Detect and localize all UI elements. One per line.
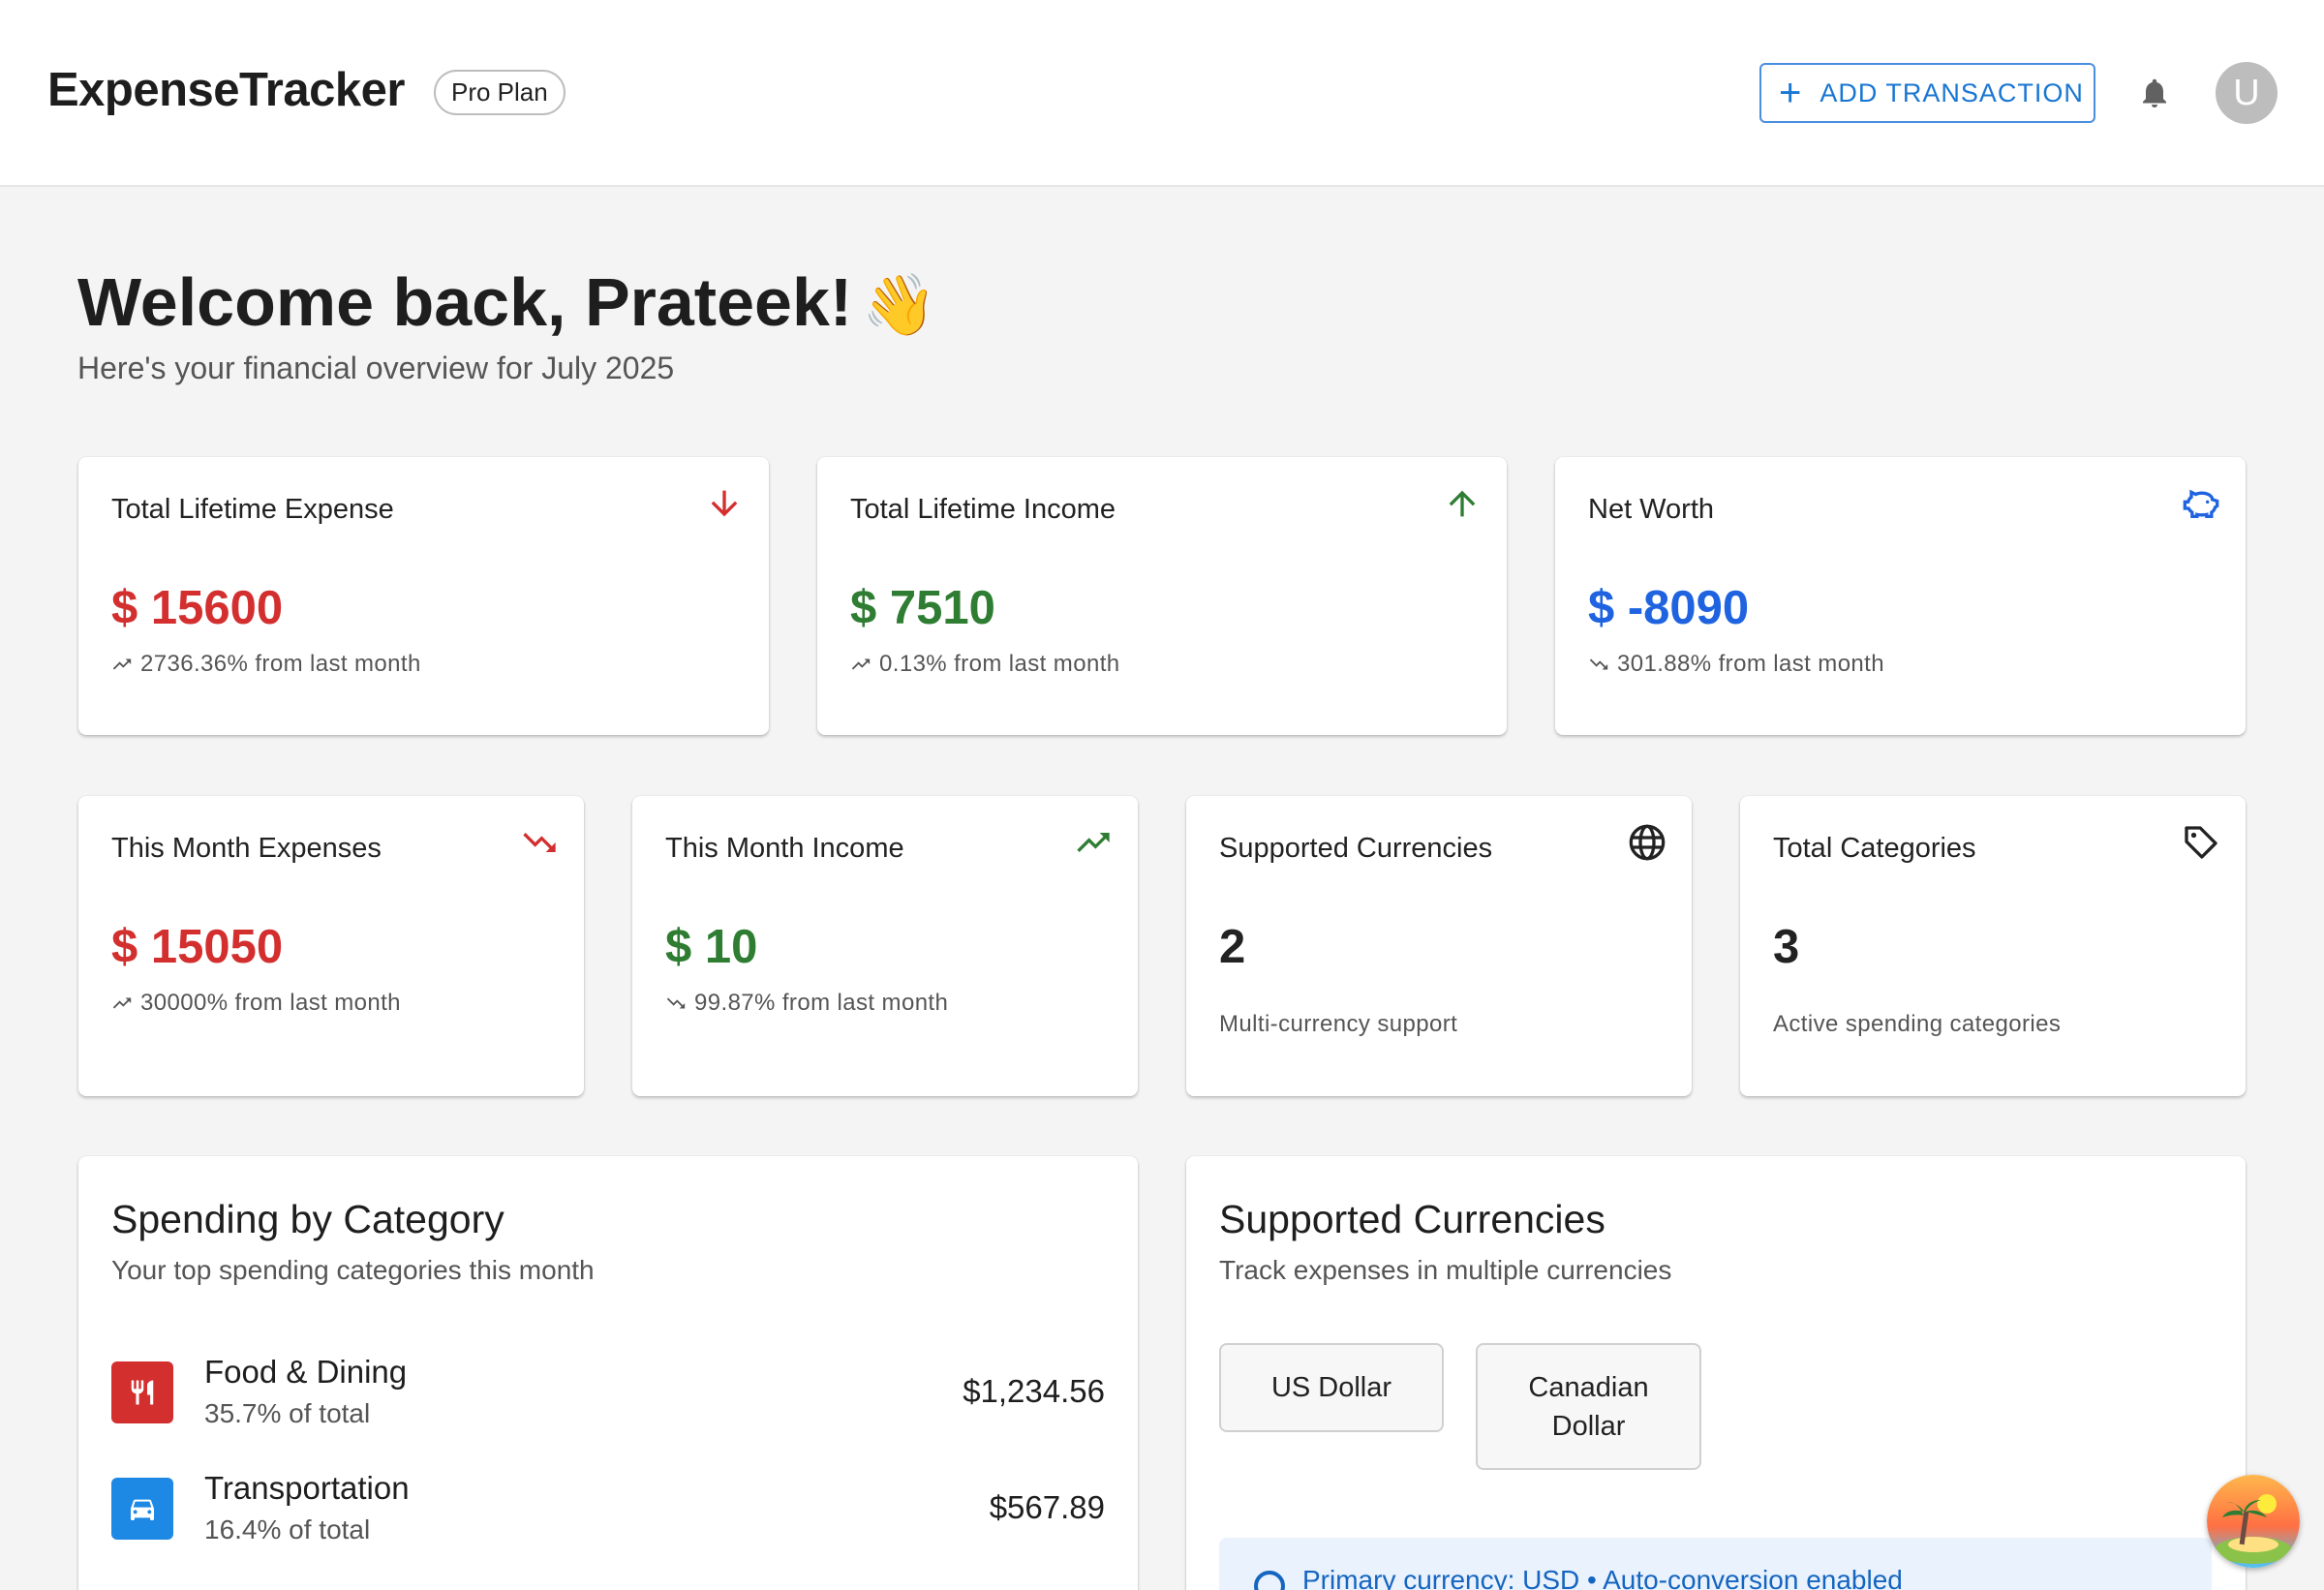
user-avatar[interactable]: U xyxy=(2216,62,2278,124)
card-delta-text: 30000% from last month xyxy=(140,990,401,1016)
primary-currency-info: Primary currency: USD • Auto-conversion … xyxy=(1219,1538,2212,1590)
card-delta-text: 2736.36% from last month xyxy=(140,651,421,677)
car-icon xyxy=(111,1478,173,1540)
category-amount: $567.89 xyxy=(989,1489,1105,1525)
plus-icon: + xyxy=(1779,72,1803,114)
category-row-transportation[interactable]: Transportation 16.4% of total $567.89 xyxy=(111,1470,1105,1557)
trending-up-icon xyxy=(851,658,871,670)
category-name: Transportation xyxy=(204,1470,410,1506)
card-note: Active spending categories xyxy=(1773,1011,2062,1037)
panel-subtitle: Your top spending categories this month xyxy=(111,1255,595,1285)
card-delta: 0.13% from last month xyxy=(850,651,1120,678)
add-transaction-label: ADD TRANSACTION xyxy=(1819,77,2084,107)
panel-subtitle: Track expenses in multiple currencies xyxy=(1219,1255,1672,1285)
card-label: Total Lifetime Income xyxy=(850,494,1116,525)
currency-chip-cad[interactable]: Canadian Dollar xyxy=(1476,1343,1701,1470)
card-value: $ 7510 xyxy=(850,582,995,634)
net-worth-card: Net Worth $ -8090 301.88% from last mont… xyxy=(1555,457,2246,735)
card-value: $ 15050 xyxy=(111,921,284,973)
card-label: Supported Currencies xyxy=(1219,833,1493,864)
card-value: $ 15600 xyxy=(111,582,284,634)
lifetime-income-card: Total Lifetime Income $ 7510 0.13% from … xyxy=(817,457,1507,735)
welcome-title: Welcome back, Prateek! xyxy=(77,264,853,340)
card-note: Multi-currency support xyxy=(1219,1011,1458,1037)
trending-up-icon xyxy=(1077,833,1110,852)
info-text: Primary currency: USD • Auto-conversion … xyxy=(1302,1565,1903,1590)
tag-icon xyxy=(2185,826,2217,859)
card-label: This Month Income xyxy=(665,833,904,864)
category-row-food[interactable]: Food & Dining 35.7% of total $1,234.56 xyxy=(111,1354,1105,1441)
info-icon xyxy=(1254,1571,1285,1590)
card-label: Total Lifetime Expense xyxy=(111,494,394,525)
card-delta-text: 0.13% from last month xyxy=(879,651,1120,677)
page-subtitle: Here's your financial overview for July … xyxy=(77,351,675,385)
card-delta-text: 99.87% from last month xyxy=(694,990,949,1016)
add-transaction-button[interactable]: + ADD TRANSACTION xyxy=(1759,63,2095,123)
total-categories-card: Total Categories 3 Active spending categ… xyxy=(1740,796,2246,1096)
month-expenses-card: This Month Expenses $ 15050 30000% from … xyxy=(78,796,584,1096)
card-delta: 99.87% from last month xyxy=(665,990,948,1017)
supported-currencies-card: Supported Currencies 2 Multi-currency su… xyxy=(1186,796,1692,1096)
brand-logo[interactable]: ExpenseTracker xyxy=(47,63,405,117)
card-value: 3 xyxy=(1773,921,1800,973)
arrow-down-icon xyxy=(711,490,738,517)
card-label: Total Categories xyxy=(1773,833,1976,864)
lifetime-expense-card: Total Lifetime Expense $ 15600 2736.36% … xyxy=(78,457,769,735)
month-income-card: This Month Income $ 10 99.87% from last … xyxy=(632,796,1138,1096)
trending-up-icon xyxy=(112,997,132,1009)
card-delta: 2736.36% from last month xyxy=(111,651,421,678)
category-percent: 35.7% of total xyxy=(204,1398,371,1428)
waving-hand-emoji: 👋 xyxy=(862,272,937,339)
restaurant-icon xyxy=(111,1361,173,1423)
card-label: Net Worth xyxy=(1588,494,1715,525)
card-delta: 301.88% from last month xyxy=(1588,651,1884,678)
trending-up-icon xyxy=(112,658,132,670)
floating-assistant-button[interactable] xyxy=(2207,1475,2300,1568)
trending-down-icon xyxy=(666,997,686,1009)
card-label: This Month Expenses xyxy=(111,833,382,864)
arrow-up-icon xyxy=(1449,490,1476,517)
card-value: 2 xyxy=(1219,921,1246,973)
trending-down-icon xyxy=(523,833,556,852)
page-title: Welcome back, Prateek! 👋 xyxy=(77,263,936,341)
notification-bell-icon[interactable] xyxy=(2137,74,2172,112)
app-header: ExpenseTracker Pro Plan + ADD TRANSACTIO… xyxy=(0,0,2324,187)
card-value: $ 10 xyxy=(665,921,758,973)
card-delta-text: 301.88% from last month xyxy=(1617,651,1885,677)
plan-badge: Pro Plan xyxy=(434,70,566,115)
panel-title: Supported Currencies xyxy=(1219,1197,1605,1241)
trending-down-icon xyxy=(1589,658,1608,670)
card-delta: 30000% from last month xyxy=(111,990,401,1017)
globe-icon xyxy=(1629,824,1666,861)
spending-by-category-panel: Spending by Category Your top spending c… xyxy=(78,1156,1138,1590)
beach-island-icon xyxy=(2207,1475,2300,1568)
panel-title: Spending by Category xyxy=(111,1197,505,1241)
category-name: Food & Dining xyxy=(204,1354,408,1390)
piggy-bank-icon xyxy=(2183,489,2219,518)
card-value: $ -8090 xyxy=(1588,582,1750,634)
supported-currencies-panel: Supported Currencies Track expenses in m… xyxy=(1186,1156,2246,1590)
currency-chip-usd[interactable]: US Dollar xyxy=(1219,1343,1444,1432)
category-amount: $1,234.56 xyxy=(963,1373,1105,1409)
category-percent: 16.4% of total xyxy=(204,1514,371,1544)
